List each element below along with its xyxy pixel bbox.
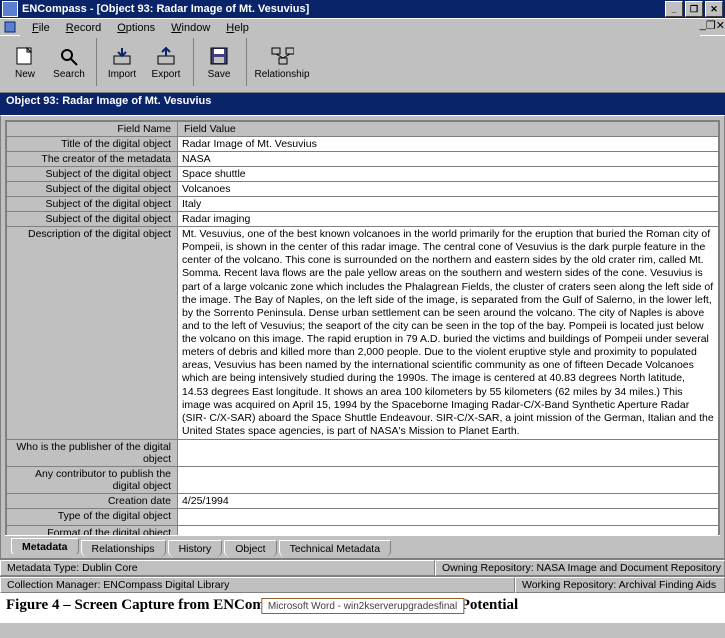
table-row[interactable]: Description of the digital objectMt. Ves… (7, 227, 719, 440)
field-label: Type of the digital object (7, 509, 178, 526)
menu-row: File Record Options Window Help _ ❐ ✕ (0, 18, 725, 35)
tab-technical-metadata[interactable]: Technical Metadata (279, 540, 391, 557)
menu-record[interactable]: Record (58, 21, 109, 35)
tab-relationships[interactable]: Relationships (81, 540, 166, 557)
content-area: Field Name Field Value Title of the digi… (0, 115, 725, 559)
field-label: Description of the digital object (7, 227, 178, 440)
save-button[interactable]: Save (198, 38, 240, 86)
app-icon (2, 1, 18, 17)
import-label: Import (108, 69, 136, 80)
minimize-button[interactable]: _ (665, 1, 683, 17)
export-button[interactable]: Export (145, 38, 187, 86)
table-row[interactable]: Who is the publisher of the digital obje… (7, 440, 719, 467)
tab-object[interactable]: Object (224, 540, 276, 557)
mdi-close-button[interactable]: ✕ (716, 19, 725, 35)
menu-file[interactable]: File (24, 21, 58, 35)
save-label: Save (208, 69, 231, 80)
field-value[interactable]: Radar Image of Mt. Vesuvius (178, 137, 719, 152)
field-label: Subject of the digital object (7, 167, 178, 182)
field-value[interactable]: 4/25/1994 (178, 494, 719, 509)
toolbar: New Search Import Export Save (0, 35, 725, 93)
relationship-label: Relationship (254, 69, 309, 80)
status-working-repo: Working Repository: Archival Finding Aid… (515, 577, 725, 593)
save-icon (207, 45, 231, 67)
mdi-restore-button[interactable]: ❐ (706, 19, 716, 35)
table-header-row: Field Name Field Value (7, 122, 719, 137)
table-row[interactable]: Creation date4/25/1994 (7, 494, 719, 509)
table-row[interactable]: The creator of the metadataNASA (7, 152, 719, 167)
status-metadata-type: Metadata Type: Dublin Core (0, 560, 435, 576)
object-header: Object 93: Radar Image of Mt. Vesuvius (0, 93, 725, 115)
field-value[interactable]: Radar imaging (178, 212, 719, 227)
new-icon (13, 45, 37, 67)
field-label: Title of the digital object (7, 137, 178, 152)
menu-options[interactable]: Options (109, 21, 163, 35)
field-label: Any contributor to publish the digital o… (7, 467, 178, 494)
tab-history[interactable]: History (168, 540, 223, 557)
object-header-text: Object 93: Radar Image of Mt. Vesuvius (6, 95, 211, 107)
status-collection-manager: Collection Manager: ENCompass Digital Li… (0, 577, 515, 593)
table-row[interactable]: Type of the digital object (7, 509, 719, 526)
header-field-name: Field Name (7, 122, 178, 137)
field-label: Subject of the digital object (7, 212, 178, 227)
field-value[interactable]: Italy (178, 197, 719, 212)
relationship-icon (270, 45, 294, 67)
import-icon (110, 45, 134, 67)
field-label: The creator of the metadata (7, 152, 178, 167)
field-value[interactable]: Mt. Vesuvius, one of the best known volc… (178, 227, 719, 440)
maximize-button[interactable]: ❐ (685, 1, 703, 17)
field-label: Subject of the digital object (7, 182, 178, 197)
export-icon (154, 45, 178, 67)
taskbar-hint: Microsoft Word - win2kserverupgradesfina… (261, 598, 464, 614)
table-row[interactable]: Subject of the digital objectSpace shutt… (7, 167, 719, 182)
status-row-1: Metadata Type: Dublin Core Owning Reposi… (0, 559, 725, 576)
import-button[interactable]: Import (101, 38, 143, 86)
status-row-2: Collection Manager: ENCompass Digital Li… (0, 576, 725, 593)
field-value[interactable]: Volcanoes (178, 182, 719, 197)
table-row[interactable]: Any contributor to publish the digital o… (7, 467, 719, 494)
close-button[interactable]: ✕ (705, 1, 723, 17)
field-table: Field Name Field Value Title of the digi… (6, 121, 719, 538)
field-label: Subject of the digital object (7, 197, 178, 212)
relationship-button[interactable]: Relationship (251, 38, 313, 86)
new-label: New (15, 69, 35, 80)
header-field-value: Field Value (178, 122, 719, 137)
menu-window[interactable]: Window (163, 21, 218, 35)
menu-bar: File Record Options Window Help (20, 19, 700, 37)
field-value[interactable] (178, 509, 719, 526)
search-label: Search (53, 69, 85, 80)
field-label: Who is the publisher of the digital obje… (7, 440, 178, 467)
search-icon (57, 45, 81, 67)
table-row[interactable]: Title of the digital objectRadar Image o… (7, 137, 719, 152)
table-row[interactable]: Subject of the digital objectVolcanoes (7, 182, 719, 197)
menu-help[interactable]: Help (218, 21, 257, 35)
status-owning-repo: Owning Repository: NASA Image and Docume… (435, 560, 725, 576)
export-label: Export (152, 69, 181, 80)
mdi-icon[interactable] (2, 20, 18, 34)
search-button[interactable]: Search (48, 38, 90, 86)
window-title-bar: ENCompass - [Object 93: Radar Image of M… (0, 0, 725, 18)
field-value[interactable]: NASA (178, 152, 719, 167)
window-title: ENCompass - [Object 93: Radar Image of M… (22, 3, 309, 15)
field-label: Creation date (7, 494, 178, 509)
table-row[interactable]: Subject of the digital objectItaly (7, 197, 719, 212)
field-value[interactable] (178, 467, 719, 494)
new-button[interactable]: New (4, 38, 46, 86)
tabs-row: Metadata Relationships History Object Te… (5, 535, 720, 556)
field-value[interactable] (178, 440, 719, 467)
field-table-scroll[interactable]: Field Name Field Value Title of the digi… (5, 120, 720, 538)
table-row[interactable]: Subject of the digital objectRadar imagi… (7, 212, 719, 227)
tab-metadata[interactable]: Metadata (11, 538, 79, 556)
field-value[interactable]: Space shuttle (178, 167, 719, 182)
